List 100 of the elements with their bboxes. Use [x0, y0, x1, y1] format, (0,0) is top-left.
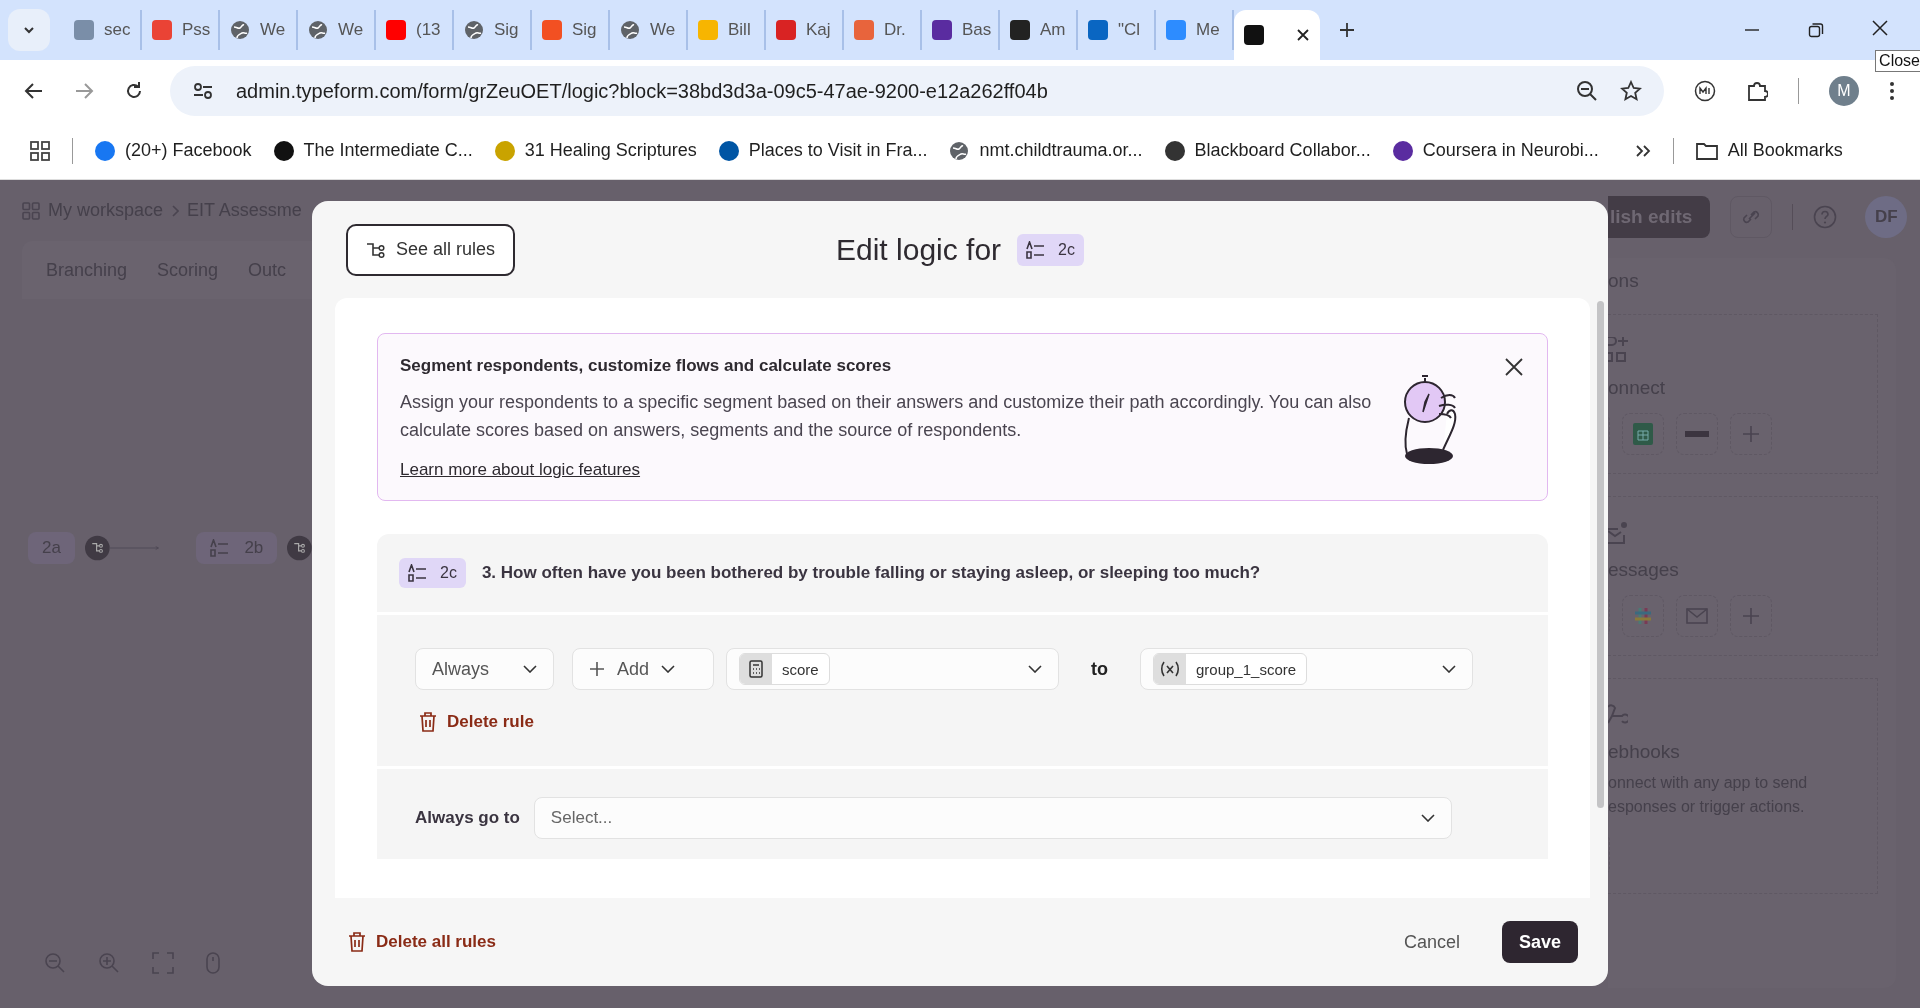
bookmark[interactable]: nmt.childtrauma.or...	[949, 140, 1143, 161]
browser-tab[interactable]: Am	[1000, 10, 1078, 50]
dialog-title: Edit logic for	[836, 232, 1002, 267]
bookmark[interactable]: Places to Visit in Fra...	[718, 140, 928, 161]
see-all-rules-button[interactable]: See all rules	[346, 223, 516, 276]
address-bar[interactable]: admin.typeform.com/form/grZeuOET/logic?block=38bd3d3a-09c5-47ae-9200-e12a262ff04b	[170, 66, 1664, 116]
site-icon	[932, 20, 952, 40]
site-icon	[1088, 20, 1108, 40]
grid-icon	[22, 201, 40, 220]
site-settings-icon[interactable]	[192, 81, 214, 101]
tooltip: Close	[1875, 50, 1920, 72]
star-icon[interactable]	[1620, 80, 1642, 102]
tab-title: Kaj	[806, 20, 831, 40]
site-icon	[74, 20, 94, 40]
browser-tab[interactable]: "Cl	[1078, 10, 1156, 50]
new-tab-icon[interactable]	[1338, 21, 1356, 39]
target-dropdown[interactable]: group_1_score	[1140, 648, 1473, 690]
puzzle-icon[interactable]	[1746, 80, 1768, 102]
cancel-button[interactable]: Cancel	[1397, 930, 1466, 954]
plus-icon	[1742, 607, 1760, 625]
apps-grid-icon[interactable]	[30, 140, 50, 161]
tab-title: (13	[416, 20, 441, 40]
bookmark[interactable]: 31 Healing Scriptures	[494, 140, 697, 161]
chevron-down-icon	[1028, 665, 1042, 673]
zoom-out-icon[interactable]	[1576, 80, 1598, 102]
more-bookmarks-icon[interactable]	[1634, 143, 1651, 158]
spreadsheet-icon	[1633, 423, 1653, 445]
close-icon[interactable]	[1505, 358, 1523, 376]
browser-tab[interactable]: We	[298, 10, 376, 50]
scrollbar[interactable]	[1597, 301, 1604, 808]
extension-icon[interactable]	[1694, 80, 1716, 102]
browser-tab[interactable]: Sig	[454, 10, 532, 50]
destination-dropdown[interactable]: Select...	[533, 797, 1452, 839]
more-menu-icon[interactable]	[1889, 81, 1895, 101]
browser-tab[interactable]: Pss	[142, 10, 220, 50]
forward-arrow-icon[interactable]	[74, 81, 94, 101]
banner-title: Segment respondents, customize flows and calculate scores	[400, 356, 892, 376]
site-icon	[386, 20, 406, 40]
browser-tab[interactable]: Kaj	[766, 10, 844, 50]
site-icon	[854, 20, 874, 40]
browser-tab[interactable]	[1234, 10, 1320, 60]
add-dropdown[interactable]: Add	[572, 648, 714, 690]
all-bookmarks-folder[interactable]: All Bookmarks	[1695, 140, 1843, 161]
tab-title: Bas	[962, 20, 992, 40]
browser-tab[interactable]: Sig	[532, 10, 610, 50]
profile-avatar[interactable]: M	[1829, 76, 1859, 106]
tab-title: Me	[1196, 20, 1220, 40]
close-icon[interactable]	[1872, 20, 1888, 36]
condition-dropdown[interactable]: Always	[415, 648, 554, 690]
delete-all-rules-button[interactable]: Delete all rules	[344, 924, 500, 960]
connector-arrow	[109, 545, 161, 551]
chevron-down-icon	[1442, 665, 1456, 673]
site-icon	[152, 20, 172, 40]
connector-label: to	[1091, 658, 1108, 680]
tab-title: We	[338, 20, 364, 40]
browser-tab[interactable]: Bill	[688, 10, 766, 50]
site-icon	[273, 140, 294, 161]
folder-icon	[1695, 141, 1718, 160]
globe-icon	[620, 20, 640, 40]
site-icon	[1010, 20, 1030, 40]
site-icon	[494, 140, 515, 161]
bookmark[interactable]: (20+) Facebook	[95, 140, 252, 161]
browser-tab[interactable]: (13	[376, 10, 454, 50]
browser-tab[interactable]: We	[220, 10, 298, 50]
browser-tab[interactable]: Dr.	[844, 10, 922, 50]
chevron-down-icon	[523, 665, 537, 673]
banner-text: Assign your respondents to a specific segment based on their answers and customize their path accordingly. You can also calculate scores based on answers, segments and the source of respondents.	[400, 391, 1373, 442]
bookmark[interactable]: Coursera in Neurobi...	[1392, 140, 1599, 161]
site-icon	[95, 140, 115, 161]
list-icon	[408, 564, 428, 582]
tab-title: Pss	[182, 20, 211, 40]
delete-rule-button[interactable]: Delete rule	[415, 704, 538, 740]
browser-tab[interactable]: sec	[64, 10, 142, 50]
tab-title: Dr.	[884, 20, 906, 40]
bookmark[interactable]: Blackboard Collabor...	[1164, 140, 1371, 161]
apps-add-icon	[1608, 337, 1628, 363]
browser-tab[interactable]: We	[610, 10, 688, 50]
close-icon[interactable]	[1296, 28, 1310, 42]
bookmark[interactable]: The Intermediate C...	[273, 140, 473, 161]
site-icon	[1164, 140, 1185, 161]
site-icon	[698, 20, 718, 40]
restore-icon[interactable]	[1808, 22, 1824, 38]
learn-more-link[interactable]: Learn more about logic features	[400, 460, 641, 480]
source-dropdown[interactable]: score	[726, 648, 1059, 690]
browser-tab[interactable]: Bas	[922, 10, 1000, 50]
save-button[interactable]: Save	[1501, 921, 1578, 963]
site-icon	[1392, 140, 1413, 161]
tab-title: Sig	[494, 20, 519, 40]
chevron-down-icon	[1420, 814, 1435, 822]
chevron-down-icon	[661, 665, 676, 673]
calculator-icon	[749, 660, 763, 678]
url-text: admin.typeform.com/form/grZeuOET/logic?block=38bd3d3a-09c5-47ae-9200-e12a262ff04b	[236, 79, 1048, 103]
tab-title: We	[260, 20, 286, 40]
hash-logo-icon	[1634, 607, 1652, 625]
question-badge: 2c	[1017, 233, 1084, 266]
list-icon	[1026, 240, 1047, 259]
back-arrow-icon[interactable]	[24, 81, 44, 101]
reload-icon[interactable]	[124, 81, 144, 101]
tab-title: Am	[1040, 20, 1066, 40]
logo-icon	[1685, 431, 1709, 437]
